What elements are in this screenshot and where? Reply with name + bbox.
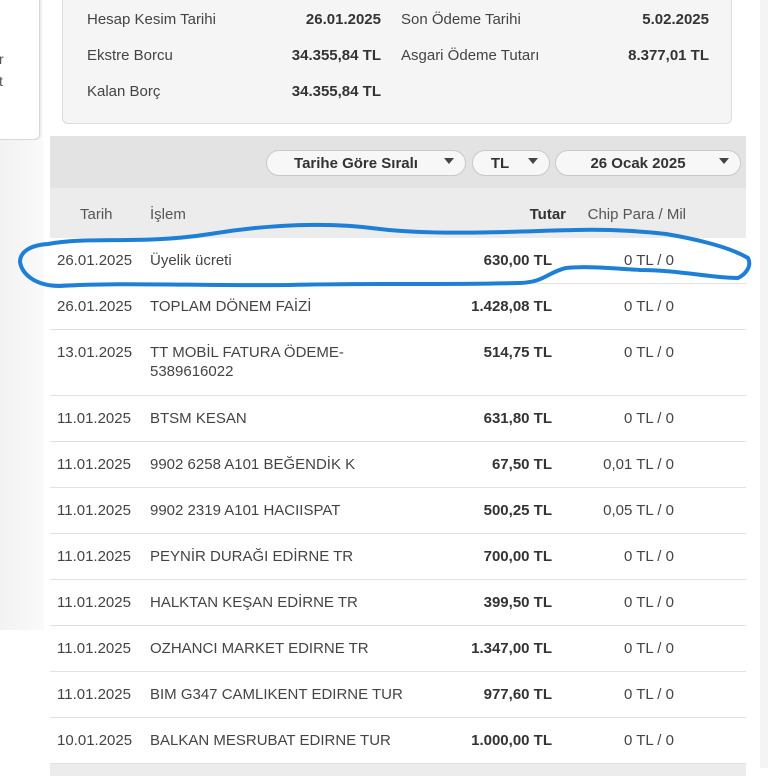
table-row[interactable]: 13.01.2025 TT MOBİL FATURA ÖDEME- 538961… [50, 330, 746, 396]
row-date: 11.01.2025 [57, 640, 131, 657]
row-amount: 500,25 TL [483, 502, 552, 519]
row-date: 13.01.2025 [57, 344, 133, 361]
table-header: Tarih İşlem Tutar Chip Para / Mil [50, 188, 746, 238]
row-chip-para: 0 TL / 0 [623, 640, 674, 657]
row-chip-para: 0 TL / 0 [623, 732, 674, 749]
row-description: BIM G347 CAMLIKENT EDIRNE TUR [150, 686, 403, 703]
period-dropdown-label: 26 Ocak 2025 [590, 154, 686, 172]
side-card: r t [0, 0, 40, 140]
row-date: 11.01.2025 [57, 686, 131, 703]
column-header-amount: Tutar [529, 206, 566, 223]
remaining-debt-label: Kalan Borç [87, 83, 161, 100]
row-amount: 631,80 TL [483, 410, 552, 427]
row-description: BTSM KESAN [150, 410, 247, 427]
due-date-label: Son Ödeme Tarihi [401, 11, 521, 28]
row-description: 9902 6258 A101 BEĞENDİK K [150, 456, 356, 473]
min-payment-label: Asgari Ödeme Tutarı [401, 47, 540, 64]
remaining-debt-value: 34.355,84 TL [291, 83, 381, 100]
table-row[interactable]: 11.01.2025 BTSM KESAN 631,80 TL 0 TL / 0 [50, 396, 746, 442]
row-chip-para: 0 TL / 0 [623, 344, 674, 361]
row-date: 11.01.2025 [57, 594, 131, 611]
row-date: 26.01.2025 [57, 252, 133, 269]
currency-dropdown-label: TL [490, 154, 510, 172]
statement-summary-card: Hesap Kesim Tarihi 26.01.2025 Son Ödeme … [62, 0, 732, 124]
period-dropdown[interactable]: 26 Ocak 2025 [555, 150, 741, 176]
row-date: 10.01.2025 [57, 732, 133, 749]
row-chip-para: 0 TL / 0 [623, 252, 674, 269]
due-date-value: 5.02.2025 [642, 11, 709, 28]
row-chip-para: 0 TL / 0 [623, 548, 674, 565]
row-description: Üyelik ücreti [150, 252, 232, 269]
row-description: TOPLAM DÖNEM FAİZİ [150, 298, 312, 315]
table-row[interactable]: 11.01.2025 BIM G347 CAMLIKENT EDIRNE TUR… [50, 672, 746, 718]
column-header-transaction: İşlem [150, 206, 186, 223]
chevron-down-icon [528, 158, 538, 164]
table-row[interactable]: 26.01.2025 TOPLAM DÖNEM FAİZİ 1.428,08 T… [50, 284, 746, 330]
table-row[interactable]: 11.01.2025 OZHANCI MARKET EDIRNE TR 1.34… [50, 626, 746, 672]
row-description: OZHANCI MARKET EDIRNE TR [150, 640, 369, 657]
row-amount: 977,60 TL [483, 686, 552, 703]
table-row[interactable]: 10.01.2025 BALKAN MESRUBAT EDIRNE TUR 1.… [50, 718, 746, 764]
row-date: 11.01.2025 [57, 456, 131, 473]
row-chip-para: 0,05 TL / 0 [603, 502, 674, 519]
row-date: 11.01.2025 [57, 548, 131, 565]
row-amount: 1.428,08 TL [471, 298, 552, 315]
table-row[interactable]: 11.01.2025 HALKTAN KEŞAN EDİRNE TR 399,5… [50, 580, 746, 626]
statement-debt-label: Ekstre Borcu [87, 47, 173, 64]
statement-date-value: 26.01.2025 [305, 11, 381, 28]
row-description: BALKAN MESRUBAT EDIRNE TUR [150, 732, 391, 749]
row-description: 9902 2319 A101 HACIISPAT [150, 502, 341, 519]
row-chip-para: 0 TL / 0 [623, 298, 674, 315]
statement-debt-value: 34.355,84 TL [291, 47, 381, 64]
row-amount: 399,50 TL [483, 594, 552, 611]
row-description: HALKTAN KEŞAN EDİRNE TR [150, 594, 358, 611]
column-header-chip: Chip Para / Mil [587, 206, 686, 223]
right-scroll-edge [760, 0, 768, 768]
sort-dropdown[interactable]: Tarihe Göre Sıralı [266, 150, 466, 176]
row-date: 11.01.2025 [57, 410, 131, 427]
transactions-panel: Tarihe Göre Sıralı TL 26 Ocak 2025 Tarih… [50, 136, 746, 776]
left-background [0, 140, 44, 630]
row-amount: 1.000,00 TL [471, 732, 552, 749]
chevron-down-icon [444, 158, 454, 164]
transactions-list: 26.01.2025 Üyelik ücreti 630,00 TL 0 TL … [50, 238, 746, 764]
row-chip-para: 0 TL / 0 [623, 410, 674, 427]
table-row[interactable]: 11.01.2025 9902 2319 A101 HACIISPAT 500,… [50, 488, 746, 534]
sort-dropdown-label: Tarihe Göre Sıralı [294, 154, 418, 172]
side-card-text-fragment: r [0, 51, 4, 67]
row-chip-para: 0,01 TL / 0 [603, 456, 674, 473]
row-amount: 1.347,00 TL [471, 640, 552, 657]
row-date: 11.01.2025 [57, 502, 131, 519]
row-amount: 700,00 TL [483, 548, 552, 565]
row-date: 26.01.2025 [57, 298, 133, 315]
row-amount: 514,75 TL [483, 344, 552, 361]
row-amount: 630,00 TL [483, 252, 552, 269]
table-row[interactable]: 11.01.2025 9902 6258 A101 BEĞENDİK K 67,… [50, 442, 746, 488]
row-chip-para: 0 TL / 0 [623, 594, 674, 611]
row-description: TT MOBİL FATURA ÖDEME- 5389616022 [150, 344, 344, 380]
row-amount: 67,50 TL [491, 456, 552, 473]
table-row[interactable]: 26.01.2025 Üyelik ücreti 630,00 TL 0 TL … [50, 238, 746, 284]
side-card-text-fragment: t [0, 73, 3, 89]
row-chip-para: 0 TL / 0 [623, 686, 674, 703]
min-payment-value: 8.377,01 TL [628, 47, 709, 64]
chevron-down-icon [719, 158, 729, 164]
statement-date-label: Hesap Kesim Tarihi [87, 11, 216, 28]
table-row[interactable]: 11.01.2025 PEYNİR DURAĞI EDİRNE TR 700,0… [50, 534, 746, 580]
currency-dropdown[interactable]: TL [472, 150, 550, 176]
transactions-toolbar: Tarihe Göre Sıralı TL 26 Ocak 2025 [50, 136, 746, 188]
row-description: PEYNİR DURAĞI EDİRNE TR [150, 548, 354, 565]
column-header-date: Tarih [80, 206, 113, 223]
